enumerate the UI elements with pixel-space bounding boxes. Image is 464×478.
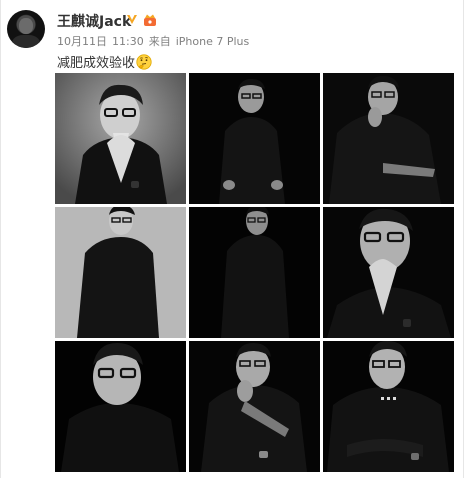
photo-1[interactable] [55, 73, 186, 204]
verified-badge-icon[interactable] [125, 12, 139, 26]
weibo-post-card: 王麒诚Jack 10月11日 11:30 来自 iPhone 7 Plus 减肥成效验… [0, 0, 464, 478]
post-text: 减肥成效验收 [57, 56, 136, 71]
username-link[interactable]: 王麒诚Jack [57, 11, 131, 31]
user-avatar[interactable] [7, 10, 45, 48]
post-time[interactable]: 11:30 [112, 35, 144, 48]
photo-5[interactable] [189, 207, 320, 338]
photo-7[interactable] [55, 341, 186, 472]
photo-4[interactable] [55, 207, 186, 338]
photo-6[interactable] [323, 207, 454, 338]
photo-2[interactable] [189, 73, 320, 204]
post-meta: 10月11日 11:30 来自 iPhone 7 Plus [57, 33, 254, 49]
post-content: 减肥成效验收 [57, 52, 152, 71]
source-prefix: 来自 [148, 35, 171, 48]
photo-8[interactable] [189, 341, 320, 472]
photo-grid [55, 73, 455, 472]
photo-9[interactable] [323, 341, 454, 472]
photo-3[interactable] [323, 73, 454, 204]
source-device[interactable]: iPhone 7 Plus [176, 35, 250, 48]
member-crown-icon[interactable] [143, 12, 157, 26]
thinking-face-emoji-icon [136, 54, 152, 70]
post-date[interactable]: 10月11日 [57, 35, 107, 48]
